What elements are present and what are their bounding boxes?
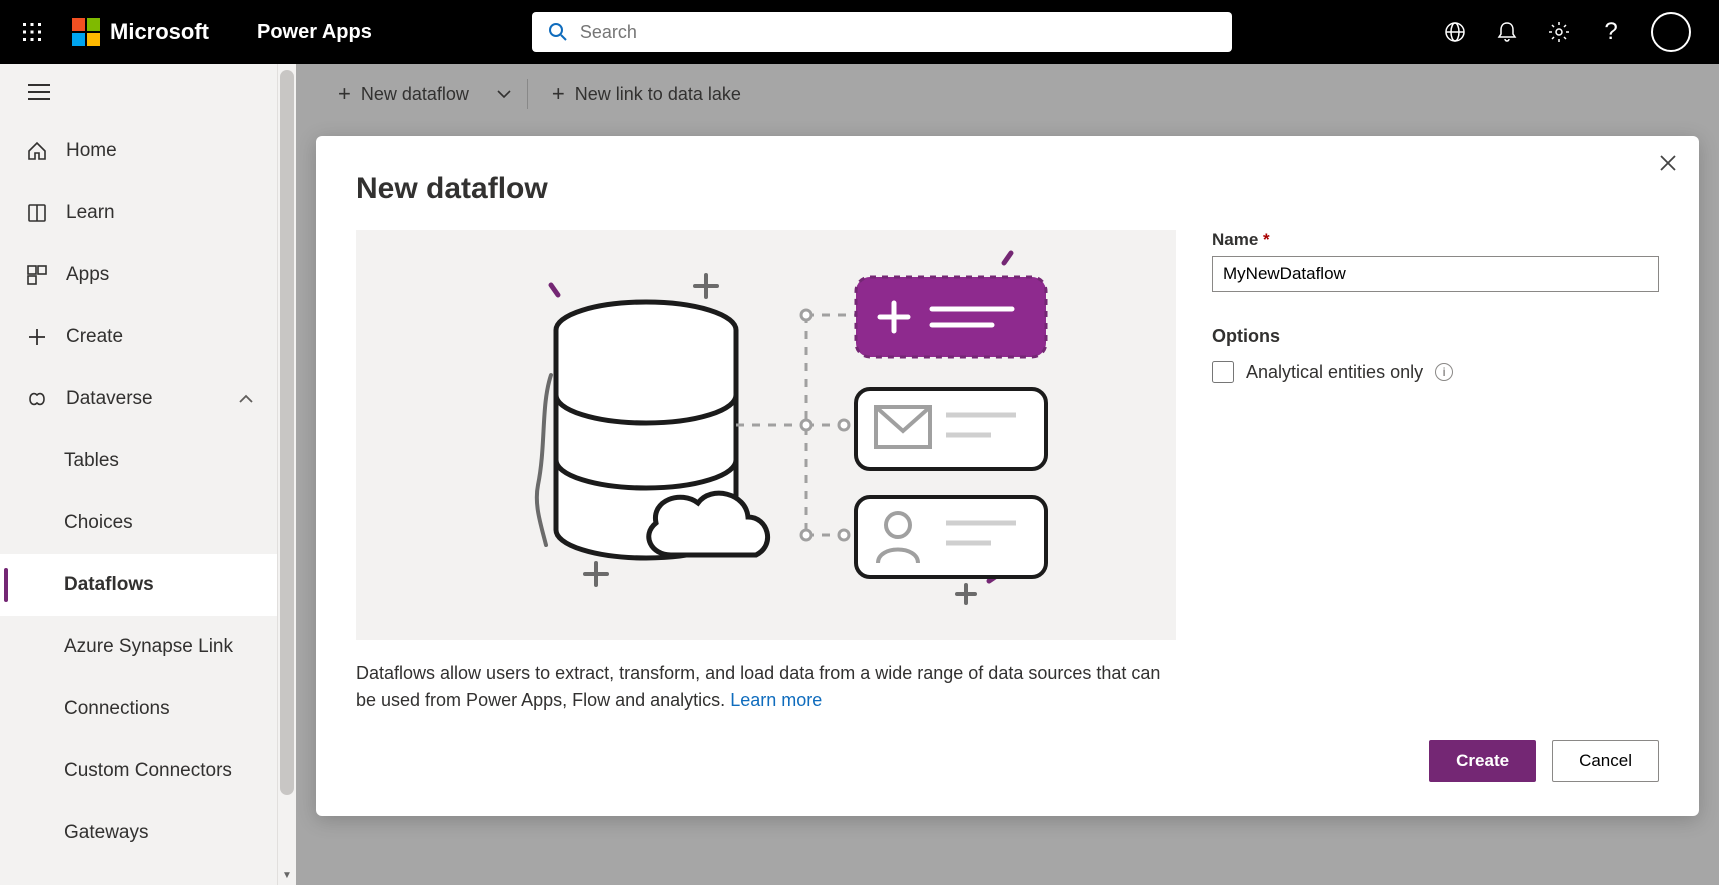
sidebar: Home Learn Apps Create Dataverse Tables … [0, 64, 278, 885]
app-launcher-icon[interactable] [0, 23, 64, 41]
learn-more-link[interactable]: Learn more [730, 690, 822, 710]
dataflow-illustration [356, 230, 1176, 640]
home-icon [26, 140, 48, 162]
hamburger-icon[interactable] [0, 64, 277, 120]
microsoft-logo: Microsoft [64, 18, 217, 46]
analytical-label: Analytical entities only [1246, 362, 1423, 383]
notifications-icon[interactable] [1495, 20, 1519, 44]
scrollbar[interactable]: ▼ [278, 64, 296, 885]
new-dataflow-dialog: New dataflow [316, 136, 1699, 816]
search-input[interactable] [580, 22, 1216, 43]
dialog-title: New dataflow [356, 172, 1659, 206]
nav-create[interactable]: Create [0, 306, 277, 368]
info-icon[interactable]: i [1435, 363, 1453, 381]
nav-learn[interactable]: Learn [0, 182, 277, 244]
nav-dataverse[interactable]: Dataverse [0, 368, 277, 430]
chevron-down-icon [497, 89, 511, 99]
create-button[interactable]: Create [1429, 740, 1536, 782]
search-icon [548, 22, 568, 42]
new-dataflow-dropdown[interactable] [487, 74, 521, 114]
product-name: Power Apps [217, 21, 372, 44]
nav-dataverse-label: Dataverse [66, 388, 153, 410]
plus-icon [26, 326, 48, 348]
name-input[interactable] [1212, 256, 1659, 292]
help-icon[interactable]: ? [1599, 20, 1623, 44]
avatar[interactable] [1651, 12, 1691, 52]
new-dataflow-button[interactable]: + New dataflow [320, 74, 487, 114]
nav-choices[interactable]: Choices [0, 492, 277, 554]
options-label: Options [1212, 326, 1659, 347]
settings-icon[interactable] [1547, 20, 1571, 44]
nav-home-label: Home [66, 140, 117, 162]
nav-dataflows[interactable]: Dataflows [0, 554, 277, 616]
chevron-up-icon [239, 394, 253, 404]
nav-custom-connectors[interactable]: Custom Connectors [0, 740, 277, 802]
nav-synapse[interactable]: Azure Synapse Link [0, 616, 277, 678]
close-button[interactable] [1659, 154, 1677, 172]
close-icon [1659, 154, 1677, 172]
nav-home[interactable]: Home [0, 120, 277, 182]
dataverse-icon [26, 388, 48, 410]
plus-icon: + [338, 83, 351, 105]
book-icon [26, 202, 48, 224]
plus-icon: + [552, 83, 565, 105]
nav-learn-label: Learn [66, 202, 115, 224]
search-box[interactable] [532, 12, 1232, 52]
nav-tables[interactable]: Tables [0, 430, 277, 492]
cancel-button[interactable]: Cancel [1552, 740, 1659, 782]
nav-apps[interactable]: Apps [0, 244, 277, 306]
analytical-checkbox-row[interactable]: Analytical entities only i [1212, 361, 1659, 383]
analytical-checkbox[interactable] [1212, 361, 1234, 383]
environment-icon[interactable] [1443, 20, 1467, 44]
nav-connections[interactable]: Connections [0, 678, 277, 740]
nav-gateways[interactable]: Gateways [0, 802, 277, 864]
command-bar: + New dataflow + New link to data lake [296, 64, 1719, 124]
brand-text: Microsoft [110, 19, 209, 45]
dialog-description: Dataflows allow users to extract, transf… [356, 660, 1176, 714]
new-link-button[interactable]: + New link to data lake [534, 74, 759, 114]
name-label: Name * [1212, 230, 1659, 250]
nav-apps-label: Apps [66, 264, 109, 286]
nav-create-label: Create [66, 326, 123, 348]
apps-icon [26, 264, 48, 286]
